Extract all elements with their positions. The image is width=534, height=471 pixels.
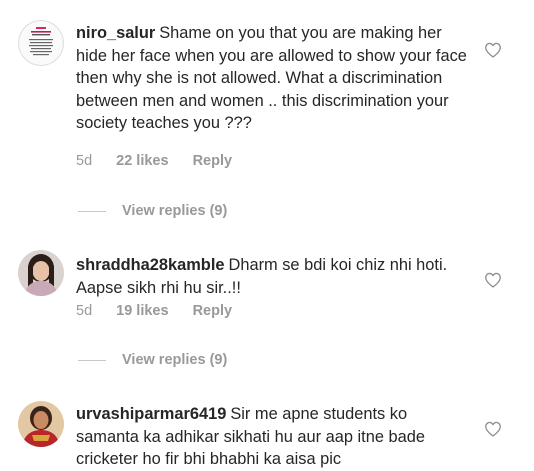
comment-username[interactable]: niro_salur — [76, 24, 155, 42]
comment-time: 5d — [76, 153, 93, 169]
comment-meta: 5d 22 likes Reply — [76, 153, 232, 169]
comment-meta: 5d 19 likes Reply — [76, 303, 232, 319]
replies-divider-line — [78, 359, 106, 361]
avatar[interactable] — [18, 20, 64, 66]
comment-time: 5d — [76, 303, 93, 319]
comment-username[interactable]: shraddha28kamble — [76, 256, 225, 274]
view-replies-button[interactable]: View replies (9) — [78, 203, 227, 219]
heart-outline-icon[interactable] — [484, 421, 502, 437]
poster-avatar-icon — [18, 20, 64, 66]
comment-text-block: niro_salur Shame on you that you are maki… — [76, 22, 471, 135]
view-replies-button[interactable]: View replies (9) — [78, 352, 227, 368]
comment-username[interactable]: urvashiparmar6419 — [76, 405, 226, 423]
replies-divider-line — [78, 210, 106, 212]
comment-likes[interactable]: 22 likes — [116, 153, 168, 169]
heart-outline-icon[interactable] — [484, 42, 502, 58]
comment-text-block: shraddha28kamble Dharm se bdi koi chiz nh… — [76, 254, 471, 299]
comment-likes[interactable]: 19 likes — [116, 303, 168, 319]
view-replies-label: View replies (9) — [122, 203, 228, 219]
heart-outline-icon[interactable] — [484, 272, 502, 288]
avatar[interactable] — [18, 250, 64, 296]
reply-button[interactable]: Reply — [193, 303, 233, 319]
view-replies-label: View replies (9) — [122, 352, 228, 368]
reply-button[interactable]: Reply — [193, 153, 233, 169]
user-photo-avatar-icon — [18, 250, 64, 296]
comment-text-block: urvashiparmar6419 Sir me apne students ko… — [76, 403, 471, 471]
user-photo-avatar-icon — [18, 401, 64, 447]
avatar[interactable] — [18, 401, 64, 447]
